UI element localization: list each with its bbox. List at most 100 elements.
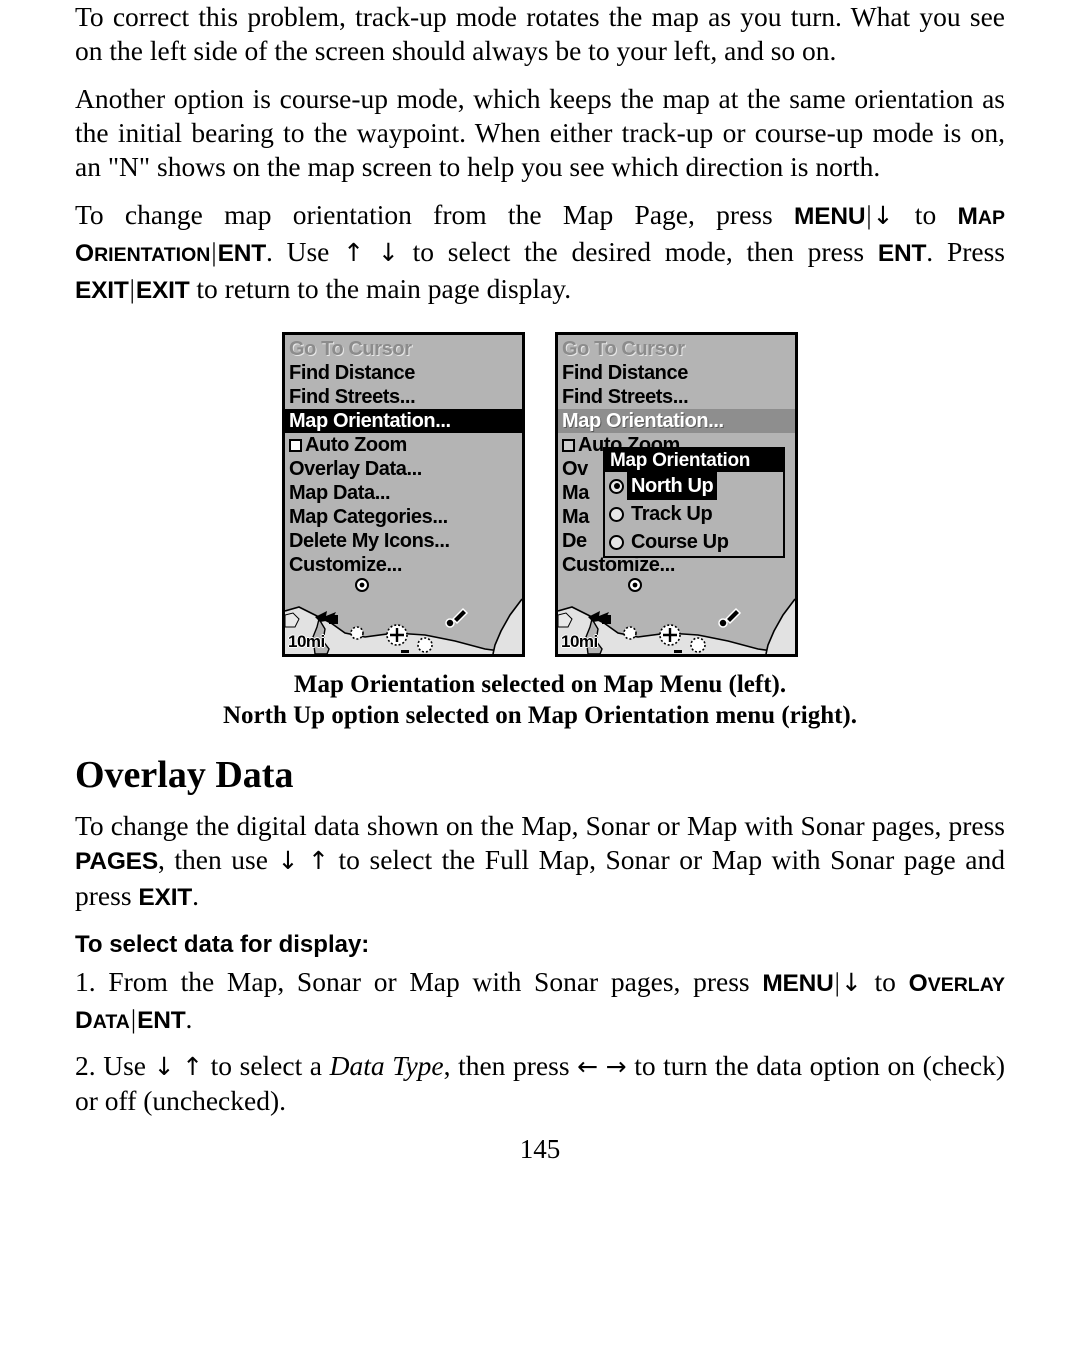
menu-item-find-distance[interactable]: Find Distance — [285, 361, 522, 385]
page-number: 145 — [519, 1134, 561, 1164]
figure-caption-line-2: North Up option selected on Map Orientat… — [223, 702, 857, 729]
key-pages: PAGES — [75, 848, 158, 875]
radio-unselected-icon[interactable] — [609, 534, 624, 550]
key-exit: EXIT — [75, 277, 129, 304]
menu-item-label: Ov — [562, 458, 588, 480]
arrow-down-icon: ↓ — [153, 1052, 175, 1081]
menu-item-go-to-cursor[interactable]: Go To Cursor — [285, 337, 522, 361]
menu-item-label: Map Orientation... — [562, 410, 724, 432]
figure-caption: Map Orientation selected on Map Menu (le… — [75, 669, 1005, 731]
subheading-to-select-data: To select data for display: — [75, 931, 370, 958]
arrow-down-icon: ↓ — [277, 846, 299, 875]
paragraph-1: To correct this problem, track-up mode r… — [75, 1, 1005, 66]
menu-item-map-orientation[interactable]: Map Orientation... — [558, 409, 795, 433]
key-ent: ENT — [217, 240, 267, 267]
key-separator: | — [834, 968, 840, 997]
menu-item-auto-zoom[interactable]: Auto Zoom — [285, 433, 522, 457]
s1-seg3: . — [185, 1003, 193, 1034]
lcd-screenshot-left: Go To Cursor Find Distance Find Streets.… — [282, 332, 525, 657]
map-preview-left: 10mi — [285, 571, 522, 654]
step-1-number: 1. — [75, 966, 96, 997]
oi-seg4: . — [192, 880, 199, 911]
submenu-option-label: Track Up — [631, 503, 713, 525]
section-heading-overlay-data: Overlay Data — [75, 754, 294, 796]
menu-item-label: Map Data... — [289, 482, 391, 504]
s2-seg1: Use — [95, 1050, 154, 1081]
submenu-option-track-up[interactable]: Track Up — [605, 500, 783, 528]
key-ent: ENT — [137, 1007, 186, 1034]
submenu-title: Map Orientation — [605, 449, 783, 472]
menu-item-map-categories[interactable]: Map Categories... — [285, 505, 522, 529]
map-scale-label: 10mi — [561, 632, 598, 651]
menu-item-label: Ma — [562, 506, 589, 528]
step-2: 2. Use ↓ ↑ to select a Data Type, then p… — [75, 1049, 1005, 1118]
p3-seg5: . Press — [926, 236, 1006, 267]
submenu-option-course-up[interactable]: Course Up — [605, 528, 783, 556]
menu-item-label: Go To Cursor — [289, 338, 412, 360]
document-page: To correct this problem, track-up mode r… — [0, 0, 1080, 1355]
submenu-option-label: North Up — [627, 472, 718, 500]
menu-item-go-to-cursor[interactable]: Go To Cursor — [558, 337, 795, 361]
p3-seg3: . Use — [265, 236, 344, 267]
step-2-number: 2. — [75, 1050, 96, 1081]
p3-seg2: to — [893, 199, 958, 230]
map-menu-left: Go To Cursor Find Distance Find Streets.… — [285, 335, 522, 576]
figure-caption-line-1: Map Orientation selected on Map Menu (le… — [293, 671, 787, 698]
key-menu: MENU — [793, 203, 866, 230]
menu-item-find-distance[interactable]: Find Distance — [558, 361, 795, 385]
menu-item-label: Auto Zoom — [305, 434, 407, 456]
key-separator: | — [866, 201, 872, 230]
oi-seg2: , then use — [157, 844, 278, 875]
arrow-up-icon: ↑ — [343, 238, 365, 267]
menu-item-label: Ma — [562, 482, 589, 504]
arrow-down-icon: ↓ — [840, 968, 862, 997]
key-ent: ENT — [877, 240, 927, 267]
menu-item-map-orientation[interactable]: Map Orientation... — [285, 409, 522, 433]
map-orientation-submenu: Map Orientation North Up Track Up Course… — [603, 447, 785, 558]
menu-item-label: Map Categories... — [289, 506, 448, 528]
menu-item-find-streets[interactable]: Find Streets... — [558, 385, 795, 409]
menu-item-overlay-data[interactable]: Overlay Data... — [285, 457, 522, 481]
key-separator: | — [211, 238, 217, 267]
map-menu-right: Go To Cursor Find Distance Find Streets.… — [558, 335, 795, 576]
arrow-down-icon: ↓ — [872, 201, 894, 230]
s2-seg3: , then press — [443, 1050, 578, 1081]
key-separator: | — [129, 275, 135, 304]
map-preview-right: 10mi — [558, 571, 795, 654]
p3-seg4: to select the desired mode, then press — [398, 236, 878, 267]
radio-selected-icon[interactable] — [609, 478, 624, 494]
arrow-right-icon: → — [605, 1052, 627, 1081]
menu-item-label: Map Orientation... — [289, 410, 451, 432]
arrow-down-icon: ↓ — [377, 238, 399, 267]
key-menu: MENU — [762, 970, 834, 997]
map-scale-label: 10mi — [288, 632, 325, 651]
s2-seg2: to select a — [203, 1050, 330, 1081]
menu-item-label: Find Streets... — [289, 386, 416, 408]
checkbox-unchecked-icon[interactable] — [289, 439, 302, 452]
menu-item-label: Overlay Data... — [289, 458, 422, 480]
p3-seg1: To change map orientation from the Map P… — [75, 199, 794, 230]
submenu-option-north-up[interactable]: North Up — [605, 472, 783, 500]
s1-seg1: From the Map, Sonar or Map with Sonar pa… — [95, 966, 763, 997]
menu-item-label: Find Distance — [562, 362, 688, 384]
key-exit: EXIT — [138, 884, 193, 911]
arrow-up-icon: ↑ — [308, 846, 329, 875]
s1-seg2: to — [861, 966, 909, 997]
menu-item-label: Find Streets... — [562, 386, 689, 408]
menu-item-find-streets[interactable]: Find Streets... — [285, 385, 522, 409]
p3-seg6: to return to the main page display. — [189, 273, 572, 304]
figure-map-orientation-screens: Go To Cursor Find Distance Find Streets.… — [75, 332, 1005, 657]
menu-item-label: Delete My Icons... — [289, 530, 450, 552]
menu-item-delete-my-icons[interactable]: Delete My Icons... — [285, 529, 522, 553]
key-exit: EXIT — [135, 277, 190, 304]
term-data-type: Data Type — [329, 1050, 444, 1081]
arrow-up-icon: ↑ — [182, 1052, 204, 1081]
checkbox-unchecked-icon[interactable] — [562, 439, 575, 452]
menu-item-label: Go To Cursor — [562, 338, 685, 360]
oi-seg1: To change the digital data shown on the … — [75, 810, 1005, 841]
radio-unselected-icon[interactable] — [609, 506, 624, 522]
lcd-screenshot-right: Go To Cursor Find Distance Find Streets.… — [555, 332, 798, 657]
menu-item-label: De — [562, 530, 587, 552]
paragraph-3: To change map orientation from the Map P… — [75, 198, 1005, 308]
menu-item-map-data[interactable]: Map Data... — [285, 481, 522, 505]
